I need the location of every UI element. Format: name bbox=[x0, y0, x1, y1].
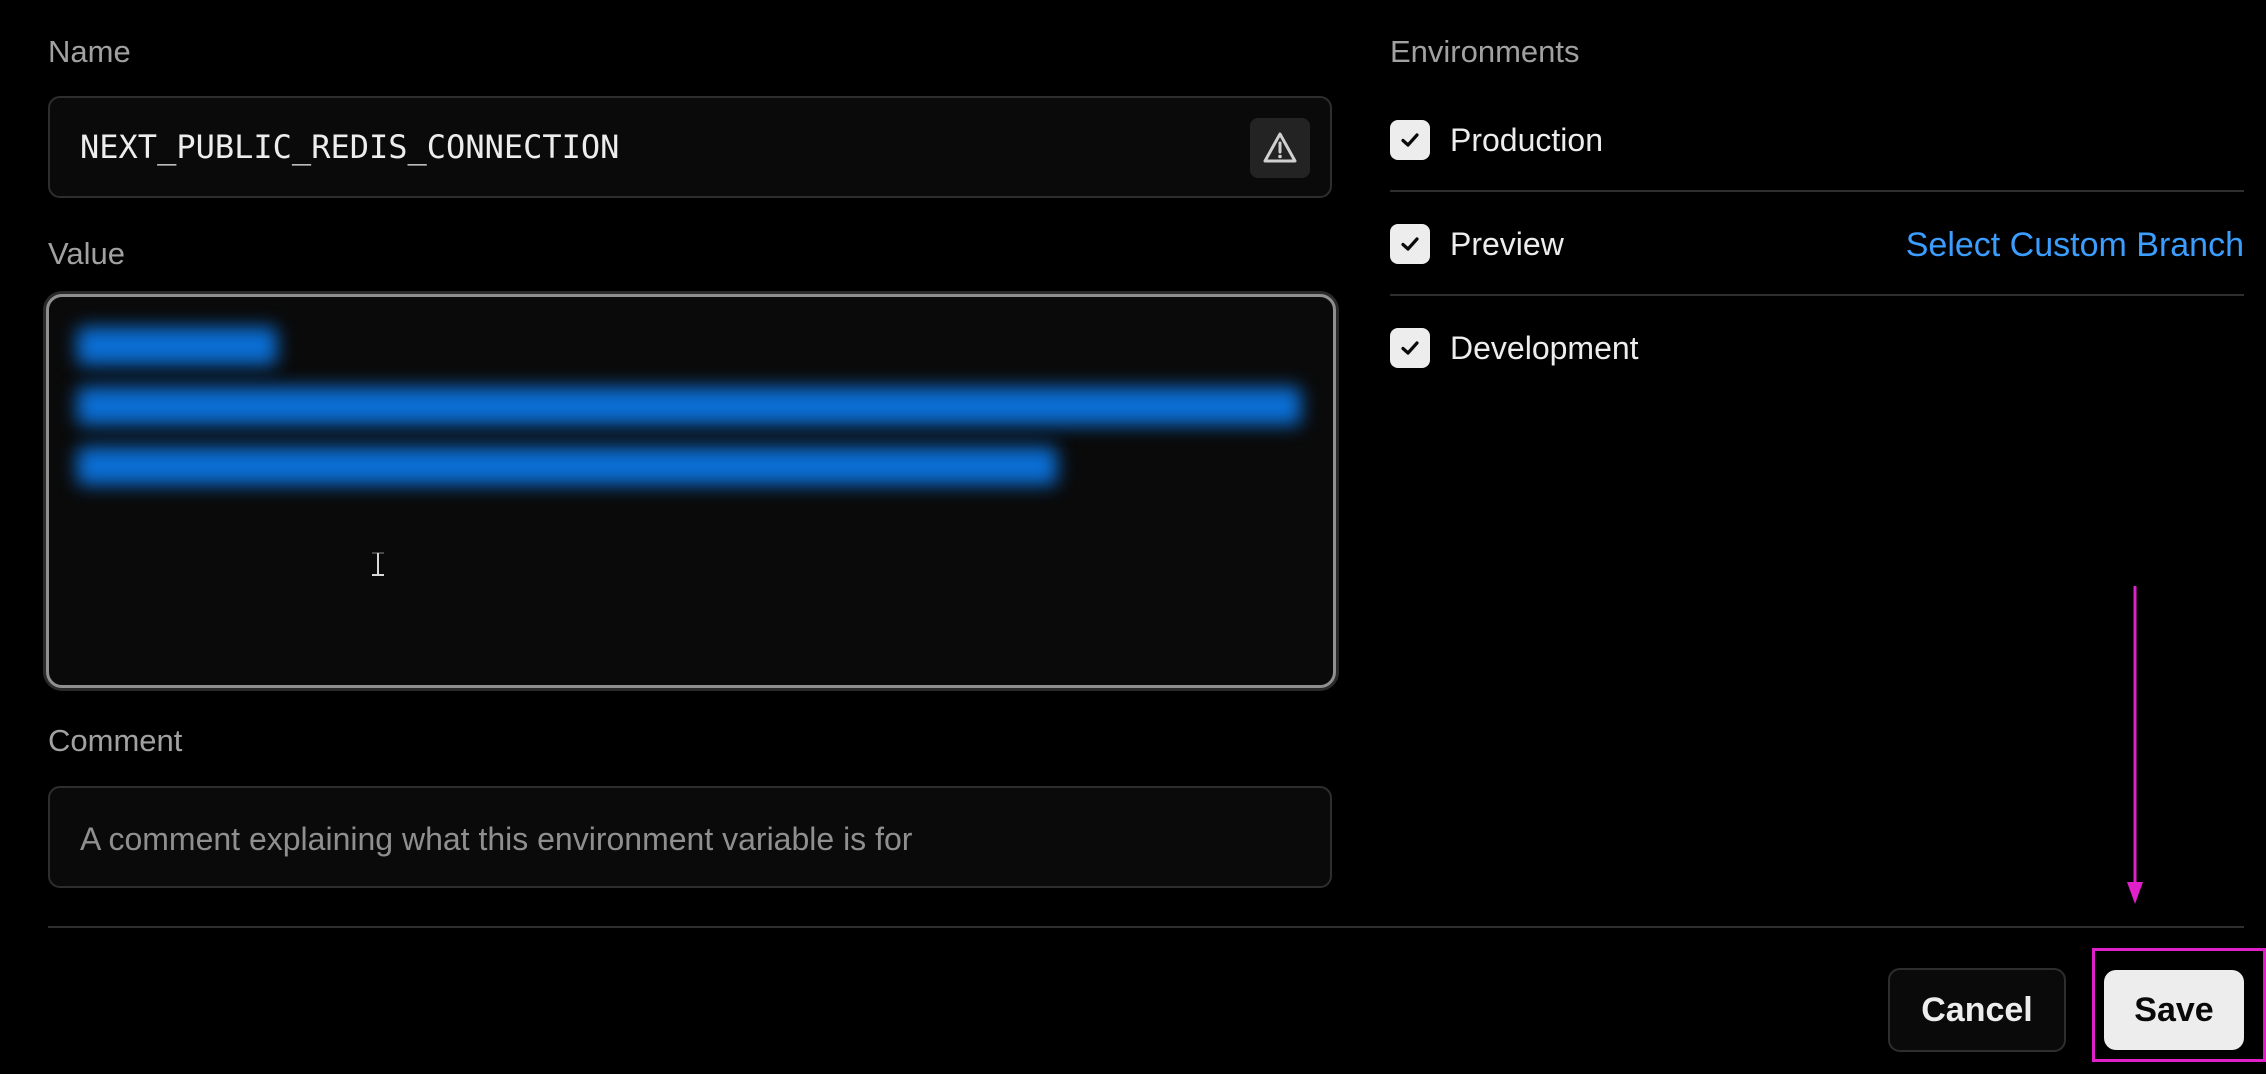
env-row-production: Production bbox=[1390, 90, 2244, 192]
save-button[interactable]: Save bbox=[2104, 970, 2244, 1050]
environments-label: Environments bbox=[1390, 34, 1580, 69]
warning-button[interactable] bbox=[1250, 118, 1310, 178]
checkmark-icon bbox=[1401, 133, 1419, 147]
checkmark-icon bbox=[1401, 341, 1419, 355]
warning-triangle-icon bbox=[1263, 132, 1297, 163]
production-label: Production bbox=[1450, 122, 1603, 158]
development-label: Development bbox=[1450, 330, 1639, 366]
text-cursor-icon bbox=[372, 552, 384, 576]
redacted-value-line bbox=[77, 327, 277, 365]
name-label: Name bbox=[48, 34, 131, 69]
value-textarea[interactable] bbox=[46, 294, 1336, 688]
name-input[interactable]: NEXT_PUBLIC_REDIS_CONNECTION bbox=[48, 96, 1332, 198]
comment-input[interactable]: A comment explaining what this environme… bbox=[48, 786, 1332, 888]
cancel-button[interactable]: Cancel bbox=[1888, 968, 2066, 1052]
comment-placeholder: A comment explaining what this environme… bbox=[80, 821, 913, 857]
preview-label: Preview bbox=[1450, 226, 1564, 262]
redacted-value-line bbox=[77, 447, 1057, 485]
arrow-down-icon bbox=[2127, 586, 2143, 904]
redacted-value-line bbox=[77, 387, 1301, 425]
development-checkbox[interactable] bbox=[1390, 328, 1430, 368]
env-row-development: Development bbox=[1390, 298, 2244, 400]
footer-divider bbox=[48, 926, 2244, 928]
value-label: Value bbox=[48, 236, 125, 271]
name-input-value[interactable]: NEXT_PUBLIC_REDIS_CONNECTION bbox=[80, 128, 619, 166]
checkmark-icon bbox=[1401, 237, 1419, 251]
comment-label: Comment bbox=[48, 723, 183, 758]
env-row-preview: Preview Select Custom Branch bbox=[1390, 194, 2244, 296]
preview-checkbox[interactable] bbox=[1390, 224, 1430, 264]
production-checkbox[interactable] bbox=[1390, 120, 1430, 160]
select-custom-branch-link[interactable]: Select Custom Branch bbox=[1906, 226, 2244, 265]
